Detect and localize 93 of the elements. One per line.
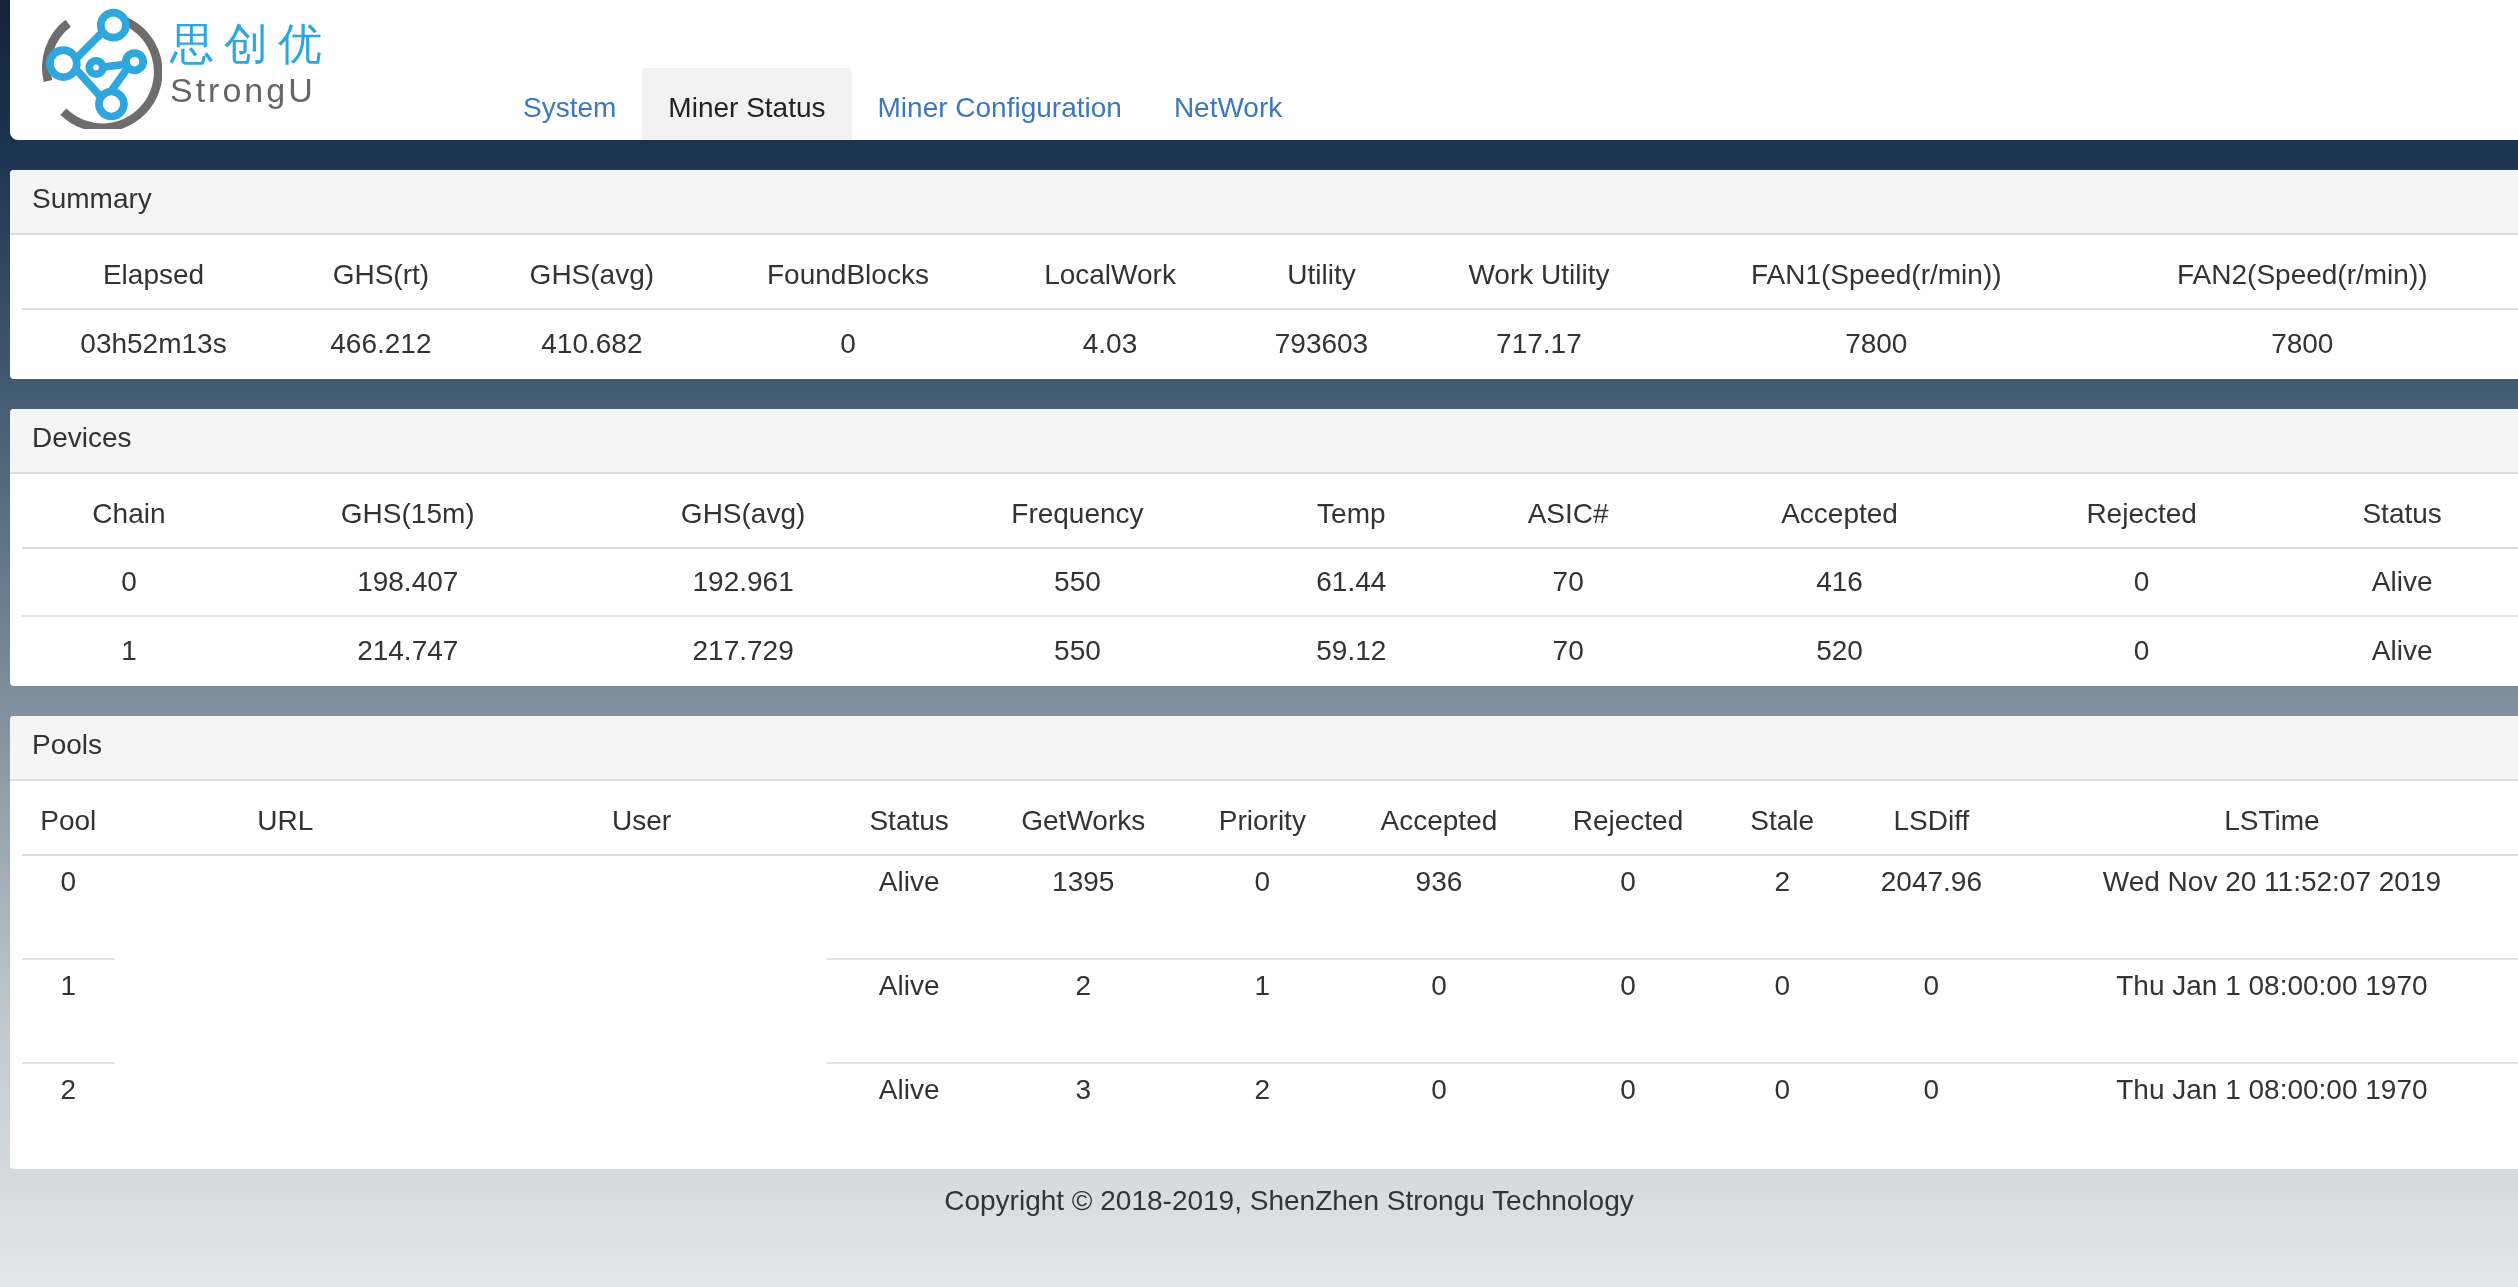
column-header: LocalWork bbox=[988, 235, 1232, 309]
table-cell: Alive bbox=[827, 855, 992, 959]
table-cell: 416 bbox=[1682, 548, 1997, 616]
column-header: Status bbox=[827, 781, 992, 855]
table-cell: 0 bbox=[1727, 959, 1837, 1063]
table-cell: 0 bbox=[707, 309, 989, 377]
logo-name: StrongU bbox=[170, 69, 317, 110]
table-cell: 61.44 bbox=[1248, 548, 1455, 616]
column-header: GHS(rt) bbox=[285, 235, 477, 309]
column-header: FAN2(Speed(r/min)) bbox=[2086, 235, 2518, 309]
column-header: GHS(avg) bbox=[579, 474, 907, 548]
table-cell: 0 bbox=[22, 548, 236, 616]
column-header: GetWorks bbox=[991, 781, 1176, 855]
table-cell: Alive bbox=[827, 1063, 992, 1167]
table-cell: 520 bbox=[1682, 616, 1997, 684]
table-cell: 410.682 bbox=[476, 309, 707, 377]
table-cell: 217.729 bbox=[579, 616, 907, 684]
table-cell: 0 bbox=[1528, 855, 1728, 959]
column-header: GHS(15m) bbox=[235, 474, 580, 548]
table-cell: 198.407 bbox=[235, 548, 580, 616]
table-cell: 59.12 bbox=[1248, 616, 1455, 684]
column-header: Accepted bbox=[1349, 781, 1529, 855]
nav-tab[interactable]: System bbox=[497, 68, 643, 140]
table-cell: 1 bbox=[1175, 959, 1350, 1063]
panel-heading: Summary bbox=[10, 170, 2518, 235]
column-header: FoundBlocks bbox=[707, 235, 989, 309]
table-cell: 7800 bbox=[1665, 309, 2087, 377]
table-cell: 1395 bbox=[991, 855, 1176, 959]
column-header: Utility bbox=[1231, 235, 1412, 309]
table-cell: 2 bbox=[1175, 1063, 1350, 1167]
column-header: LSTime bbox=[2025, 781, 2518, 855]
column-header: LSDiff bbox=[1836, 781, 2026, 855]
column-header: GHS(avg) bbox=[476, 235, 707, 309]
column-header: Rejected bbox=[1528, 781, 1728, 855]
nav-tab[interactable]: Miner Configuration bbox=[851, 68, 1148, 140]
column-header: Accepted bbox=[1682, 474, 1997, 548]
table-cell: 0 bbox=[1997, 548, 2287, 616]
panel-heading: Pools bbox=[10, 716, 2518, 781]
column-header: Frequency bbox=[906, 474, 1249, 548]
table-cell: 0 bbox=[1997, 616, 2287, 684]
column-header: Rejected bbox=[1997, 474, 2287, 548]
table-cell: 70 bbox=[1454, 616, 1683, 684]
column-header: ASIC# bbox=[1454, 474, 1683, 548]
table-cell: 0 bbox=[1349, 959, 1529, 1063]
column-header: FAN1(Speed(r/min)) bbox=[1665, 235, 2087, 309]
column-header: Elapsed bbox=[22, 235, 285, 309]
table-cell: Thu Jan 1 08:00:00 1970 bbox=[2025, 959, 2518, 1063]
nav-tab[interactable]: Miner Status bbox=[642, 68, 852, 140]
copyright-text: Copyright © 2018-2019, ShenZhen Strongu Technology bbox=[943, 1185, 1635, 1217]
table-cell: 03h52m13s bbox=[22, 309, 285, 377]
column-header: URL bbox=[114, 781, 456, 855]
table-cell: 550 bbox=[906, 616, 1249, 684]
table-cell: 0 bbox=[22, 855, 115, 959]
column-header: Pool bbox=[22, 781, 115, 855]
table-cell: 2 bbox=[1727, 855, 1837, 959]
table-cell: 214.747 bbox=[235, 616, 580, 684]
nav-tab[interactable]: NetWork bbox=[1147, 68, 1309, 140]
table-cell: Alive bbox=[2286, 616, 2518, 684]
table-cell: 550 bbox=[906, 548, 1249, 616]
table-cell: Thu Jan 1 08:00:00 1970 bbox=[2025, 1063, 2518, 1167]
logo-chinese-name: 思创优 bbox=[170, 17, 332, 70]
table-cell: 0 bbox=[1175, 855, 1350, 959]
table-cell: 70 bbox=[1454, 548, 1683, 616]
table-cell: 0 bbox=[1836, 959, 2026, 1063]
column-header: User bbox=[456, 781, 828, 855]
column-header: Status bbox=[2286, 474, 2518, 548]
table-cell: 0 bbox=[1528, 959, 1728, 1063]
column-header: Priority bbox=[1175, 781, 1350, 855]
table-cell: 0 bbox=[1727, 1063, 1837, 1167]
table-cell: 3 bbox=[991, 1063, 1176, 1167]
table-cell: 2 bbox=[22, 1063, 115, 1167]
table-cell: Alive bbox=[2286, 548, 2518, 616]
table-cell: 7800 bbox=[2086, 309, 2518, 377]
table-cell: 2047.96 bbox=[1836, 855, 2026, 959]
table-cell: 4.03 bbox=[988, 309, 1232, 377]
column-header: Chain bbox=[22, 474, 236, 548]
table-cell: 1 bbox=[22, 959, 115, 1063]
table-cell: 936 bbox=[1349, 855, 1529, 959]
table-cell: 466.212 bbox=[285, 309, 477, 377]
table-cell: 1 bbox=[22, 616, 236, 684]
table-cell: Wed Nov 20 11:52:07 2019 bbox=[2025, 855, 2518, 959]
column-header: Work Utility bbox=[1411, 235, 1666, 309]
table-cell: 2 bbox=[991, 959, 1176, 1063]
panel-heading: Devices bbox=[10, 409, 2518, 474]
column-header: Stale bbox=[1727, 781, 1837, 855]
table-cell: 192.961 bbox=[579, 548, 907, 616]
table-cell: Alive bbox=[827, 959, 992, 1063]
table-cell: 717.17 bbox=[1411, 309, 1666, 377]
table-cell: 0 bbox=[1349, 1063, 1529, 1167]
table-cell: 793603 bbox=[1231, 309, 1412, 377]
table-cell: 0 bbox=[1836, 1063, 2026, 1167]
column-header: Temp bbox=[1248, 474, 1455, 548]
table-cell: 0 bbox=[1528, 1063, 1728, 1167]
